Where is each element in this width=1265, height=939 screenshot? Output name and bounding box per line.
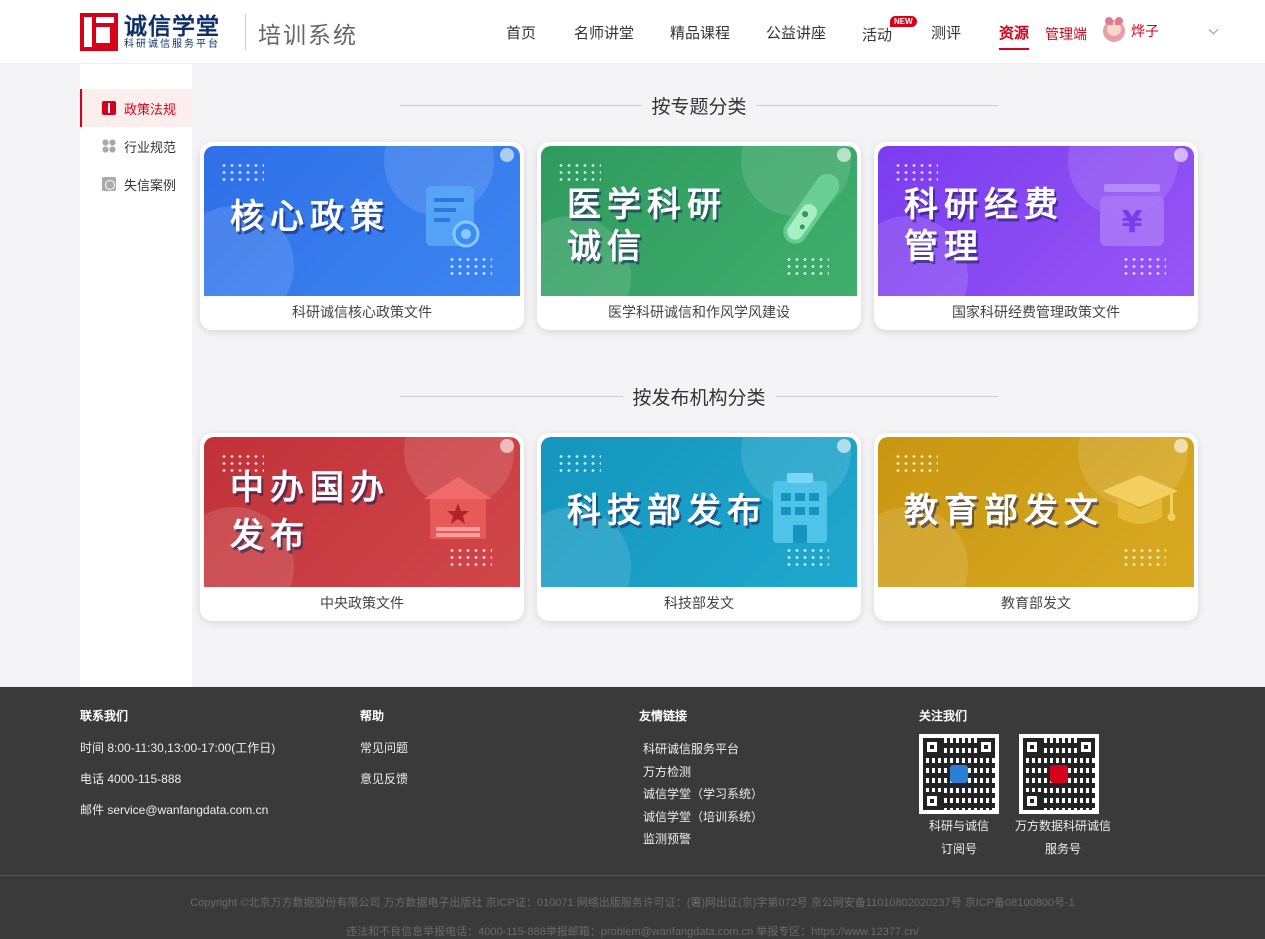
- banner-title-line2: 管理: [904, 228, 984, 266]
- yuan-icon: ¥: [1100, 184, 1164, 246]
- banner-title: 教育部发文: [904, 492, 1104, 530]
- graduation-cap-icon: [1102, 475, 1178, 524]
- qr-label-service: 万方数据科研诚信 服务号: [1014, 819, 1111, 856]
- footer-link-monitoring[interactable]: 监测预警: [639, 828, 763, 851]
- nav-admin[interactable]: 管理端: [1045, 24, 1087, 44]
- footer-follow-title: 关注我们: [919, 709, 968, 723]
- card-research-funding[interactable]: 科研经费 管理 ¥ 国家科研经费管理政策文件: [874, 142, 1198, 330]
- footer: 联系我们 时间 8:00-11:30,13:00-17:00(工作日) 电话 4…: [0, 687, 1265, 939]
- logo-divider: [245, 14, 246, 50]
- sidebar: 政策法规 行业规范 失信案例: [80, 64, 192, 687]
- footer-time: 时间 8:00-11:30,13:00-17:00(工作日): [80, 741, 276, 755]
- card-caption: 国家科研经费管理政策文件: [952, 304, 1120, 320]
- sidebar-item-cases[interactable]: 失信案例: [80, 165, 192, 203]
- footer-link-wanfang-check[interactable]: 万方检测: [639, 761, 763, 784]
- sidebar-item-label: 失信案例: [124, 177, 177, 193]
- footer-friends-title: 友情链接: [639, 709, 688, 723]
- card-caption: 科研诚信核心政策文件: [292, 304, 432, 320]
- footer-divider: [0, 875, 1265, 876]
- footer-phone: 电话 4000-115-888: [80, 772, 182, 786]
- nav-resources[interactable]: 资源: [999, 22, 1030, 50]
- brand-logo[interactable]: 诚信学堂 科研诚信服务平台: [80, 12, 230, 52]
- footer-email: 邮件 service@wanfangdata.com.cn: [80, 803, 269, 817]
- banner-title: 科研经费: [904, 186, 1064, 224]
- qr-code-service: [1019, 734, 1099, 814]
- footer-contact: 联系我们 时间 8:00-11:30,13:00-17:00(工作日) 电话 4…: [80, 707, 275, 831]
- footer-help-title: 帮助: [360, 709, 385, 723]
- sidebar-item-label: 政策法规: [124, 101, 177, 117]
- card-ministry-education[interactable]: 教育部发文 教育部发文: [874, 433, 1198, 621]
- card-caption: 教育部发文: [1001, 595, 1071, 611]
- section-title-issuer: 按发布机构分类: [400, 384, 999, 409]
- qr-code-subscription: [919, 734, 999, 814]
- logo-title: 诚信学堂: [124, 13, 220, 39]
- avatar: [1103, 17, 1125, 42]
- banner-title: 科技部发布: [567, 492, 767, 530]
- card-medical-integrity[interactable]: 医学科研 诚信 医学科研诚信和作风学风建设: [537, 142, 861, 330]
- card-central-office[interactable]: 中办国办 发布 中央政策文件: [200, 433, 524, 621]
- footer-link-learning-system[interactable]: 诚信学堂（学习系统）: [639, 783, 763, 806]
- footer-contact-title: 联系我们: [80, 709, 129, 723]
- logo-subtitle: 科研诚信服务平台: [124, 39, 220, 50]
- sidebar-item-policy[interactable]: 政策法规: [80, 89, 192, 127]
- card-caption: 科技部发文: [664, 595, 734, 611]
- card-banner: 科研经费 管理 ¥: [878, 146, 1194, 296]
- card-caption: 医学科研诚信和作风学风建设: [608, 304, 790, 320]
- nav-famous-teachers[interactable]: 名师讲堂: [574, 22, 634, 43]
- nav-home[interactable]: 首页: [506, 22, 536, 43]
- new-badge: NEW: [890, 16, 917, 27]
- footer-link-faq[interactable]: 常见问题: [360, 738, 408, 758]
- footer-link-feedback[interactable]: 意见反馈: [360, 769, 408, 789]
- qr-label-subscription: 科研与诚信 订阅号: [928, 819, 989, 856]
- banner-title-line2: 发布: [230, 517, 310, 555]
- sidebar-item-industry[interactable]: 行业规范: [80, 127, 192, 165]
- system-title: 培训系统: [258, 23, 358, 49]
- top-header: 诚信学堂 科研诚信服务平台 培训系统 首页 名师讲堂 精品课程 公益讲座 活动 …: [0, 0, 1265, 64]
- nav-public-lectures[interactable]: 公益讲座: [766, 22, 826, 43]
- office-building-icon: [773, 473, 827, 543]
- card-banner: 医学科研 诚信: [541, 146, 857, 296]
- nav-assessment[interactable]: 测评: [931, 22, 961, 43]
- card-core-policy[interactable]: 核心政策 科研诚信核心政策文件: [200, 142, 524, 330]
- test-tube-icon: [783, 173, 840, 244]
- logo-mark-icon: [80, 13, 118, 51]
- card-banner: 核心政策: [204, 146, 520, 296]
- user-menu[interactable]: 烨子: [1103, 17, 1159, 42]
- card-caption: 中央政策文件: [320, 595, 404, 611]
- svg-text:¥: ¥: [1122, 205, 1143, 240]
- footer-help: 帮助 常见问题 意见反馈: [360, 707, 408, 800]
- banner-title-line2: 诚信: [567, 228, 647, 266]
- footer-link-integrity-platform[interactable]: 科研诚信服务平台: [639, 738, 763, 761]
- book-icon: [102, 101, 116, 115]
- chevron-down-icon[interactable]: [1208, 24, 1219, 35]
- section-title-topic: 按专题分类: [400, 93, 999, 118]
- certificate-icon: [426, 186, 480, 248]
- banner-title: 医学科研: [567, 186, 727, 224]
- copyright-line: Copyright ©北京万方数据股份有限公司 万方数据电子出版社 京ICP证：…: [190, 897, 1075, 909]
- footer-link-training-system[interactable]: 诚信学堂（培训系统）: [639, 806, 763, 829]
- user-name: 烨子: [1131, 23, 1159, 39]
- card-banner: 中办国办 发布: [204, 437, 520, 587]
- grid-icon: [102, 139, 116, 153]
- footer-friend-links: 友情链接 科研诚信服务平台 万方检测 诚信学堂（学习系统） 诚信学堂（培训系统）…: [639, 707, 763, 851]
- government-building-icon: [424, 477, 492, 539]
- card-ministry-science[interactable]: 科技部发布 科技部发文: [537, 433, 861, 621]
- nav-activities[interactable]: 活动: [862, 24, 892, 45]
- sidebar-item-label: 行业规范: [124, 139, 177, 155]
- case-icon: [102, 177, 116, 191]
- nav-featured-courses[interactable]: 精品课程: [670, 22, 730, 43]
- card-banner: 教育部发文: [878, 437, 1194, 587]
- report-line: 违法和不良信息举报电话：4000-115-888举报邮箱：problem@wan…: [346, 926, 919, 938]
- banner-title: 核心政策: [230, 198, 390, 236]
- banner-title: 中办国办: [230, 469, 390, 507]
- card-banner: 科技部发布: [541, 437, 857, 587]
